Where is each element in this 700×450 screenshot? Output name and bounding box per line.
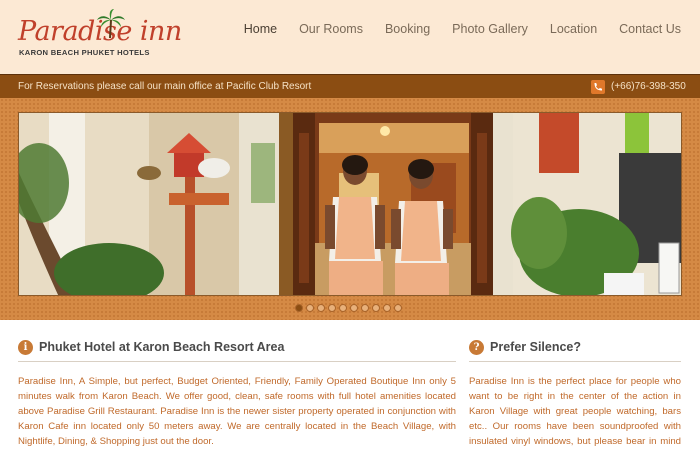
logo[interactable]: Paradise inn KARON BEACH PHUKET HOTELS — [18, 9, 182, 62]
slider-dot[interactable] — [339, 304, 347, 312]
section-title: Prefer Silence? — [490, 340, 582, 354]
question-icon: ? — [469, 339, 484, 355]
nav-our-rooms[interactable]: Our Rooms — [299, 22, 363, 36]
slider-dot[interactable] — [394, 304, 402, 312]
reservation-text: For Reservations please call our main of… — [18, 81, 312, 92]
palm-tree-icon — [97, 9, 125, 39]
slider-pagination — [295, 304, 402, 312]
section-header: i Phuket Hotel at Karon Beach Resort Are… — [18, 338, 456, 356]
section-divider — [469, 361, 681, 362]
hero-slide-image — [18, 112, 682, 296]
slider-dot[interactable] — [306, 304, 314, 312]
hero-photo — [19, 113, 681, 295]
info-icon: i — [18, 339, 33, 355]
reservation-bar: For Reservations please call our main of… — [0, 74, 700, 98]
phone-icon — [591, 80, 605, 94]
slider-dot[interactable] — [328, 304, 336, 312]
site-header: Paradise inn KARON BEACH PHUKET HOTELS H… — [0, 0, 700, 74]
nav-photo-gallery[interactable]: Photo Gallery — [452, 22, 528, 36]
phone-number[interactable]: (+66)76-398-350 — [611, 81, 686, 92]
section-body: Paradise Inn is the perfect place for pe… — [469, 376, 681, 447]
section-title: Phuket Hotel at Karon Beach Resort Area — [39, 340, 285, 354]
section-divider — [18, 361, 456, 362]
slider-dot[interactable] — [295, 304, 303, 312]
section-karon-beach: i Phuket Hotel at Karon Beach Resort Are… — [18, 338, 456, 449]
nav-home[interactable]: Home — [244, 22, 277, 36]
slider-dot[interactable] — [361, 304, 369, 312]
slider-dot[interactable] — [350, 304, 358, 312]
nav-booking[interactable]: Booking — [385, 22, 430, 36]
slider-dot[interactable] — [372, 304, 380, 312]
banner-area — [0, 98, 700, 320]
main-nav: Home Our Rooms Booking Photo Gallery Loc… — [222, 22, 681, 36]
slider-dot[interactable] — [383, 304, 391, 312]
slider-dot[interactable] — [317, 304, 325, 312]
nav-contact-us[interactable]: Contact Us — [619, 22, 681, 36]
logo-subtitle: KARON BEACH PHUKET HOTELS — [19, 48, 150, 57]
section-prefer-silence: ? Prefer Silence? Paradise Inn is the pe… — [469, 338, 681, 450]
section-header: ? Prefer Silence? — [469, 338, 681, 356]
main-content: i Phuket Hotel at Karon Beach Resort Are… — [0, 320, 700, 450]
section-body: Paradise Inn, A Simple, but perfect, Bud… — [18, 376, 456, 447]
nav-location[interactable]: Location — [550, 22, 597, 36]
